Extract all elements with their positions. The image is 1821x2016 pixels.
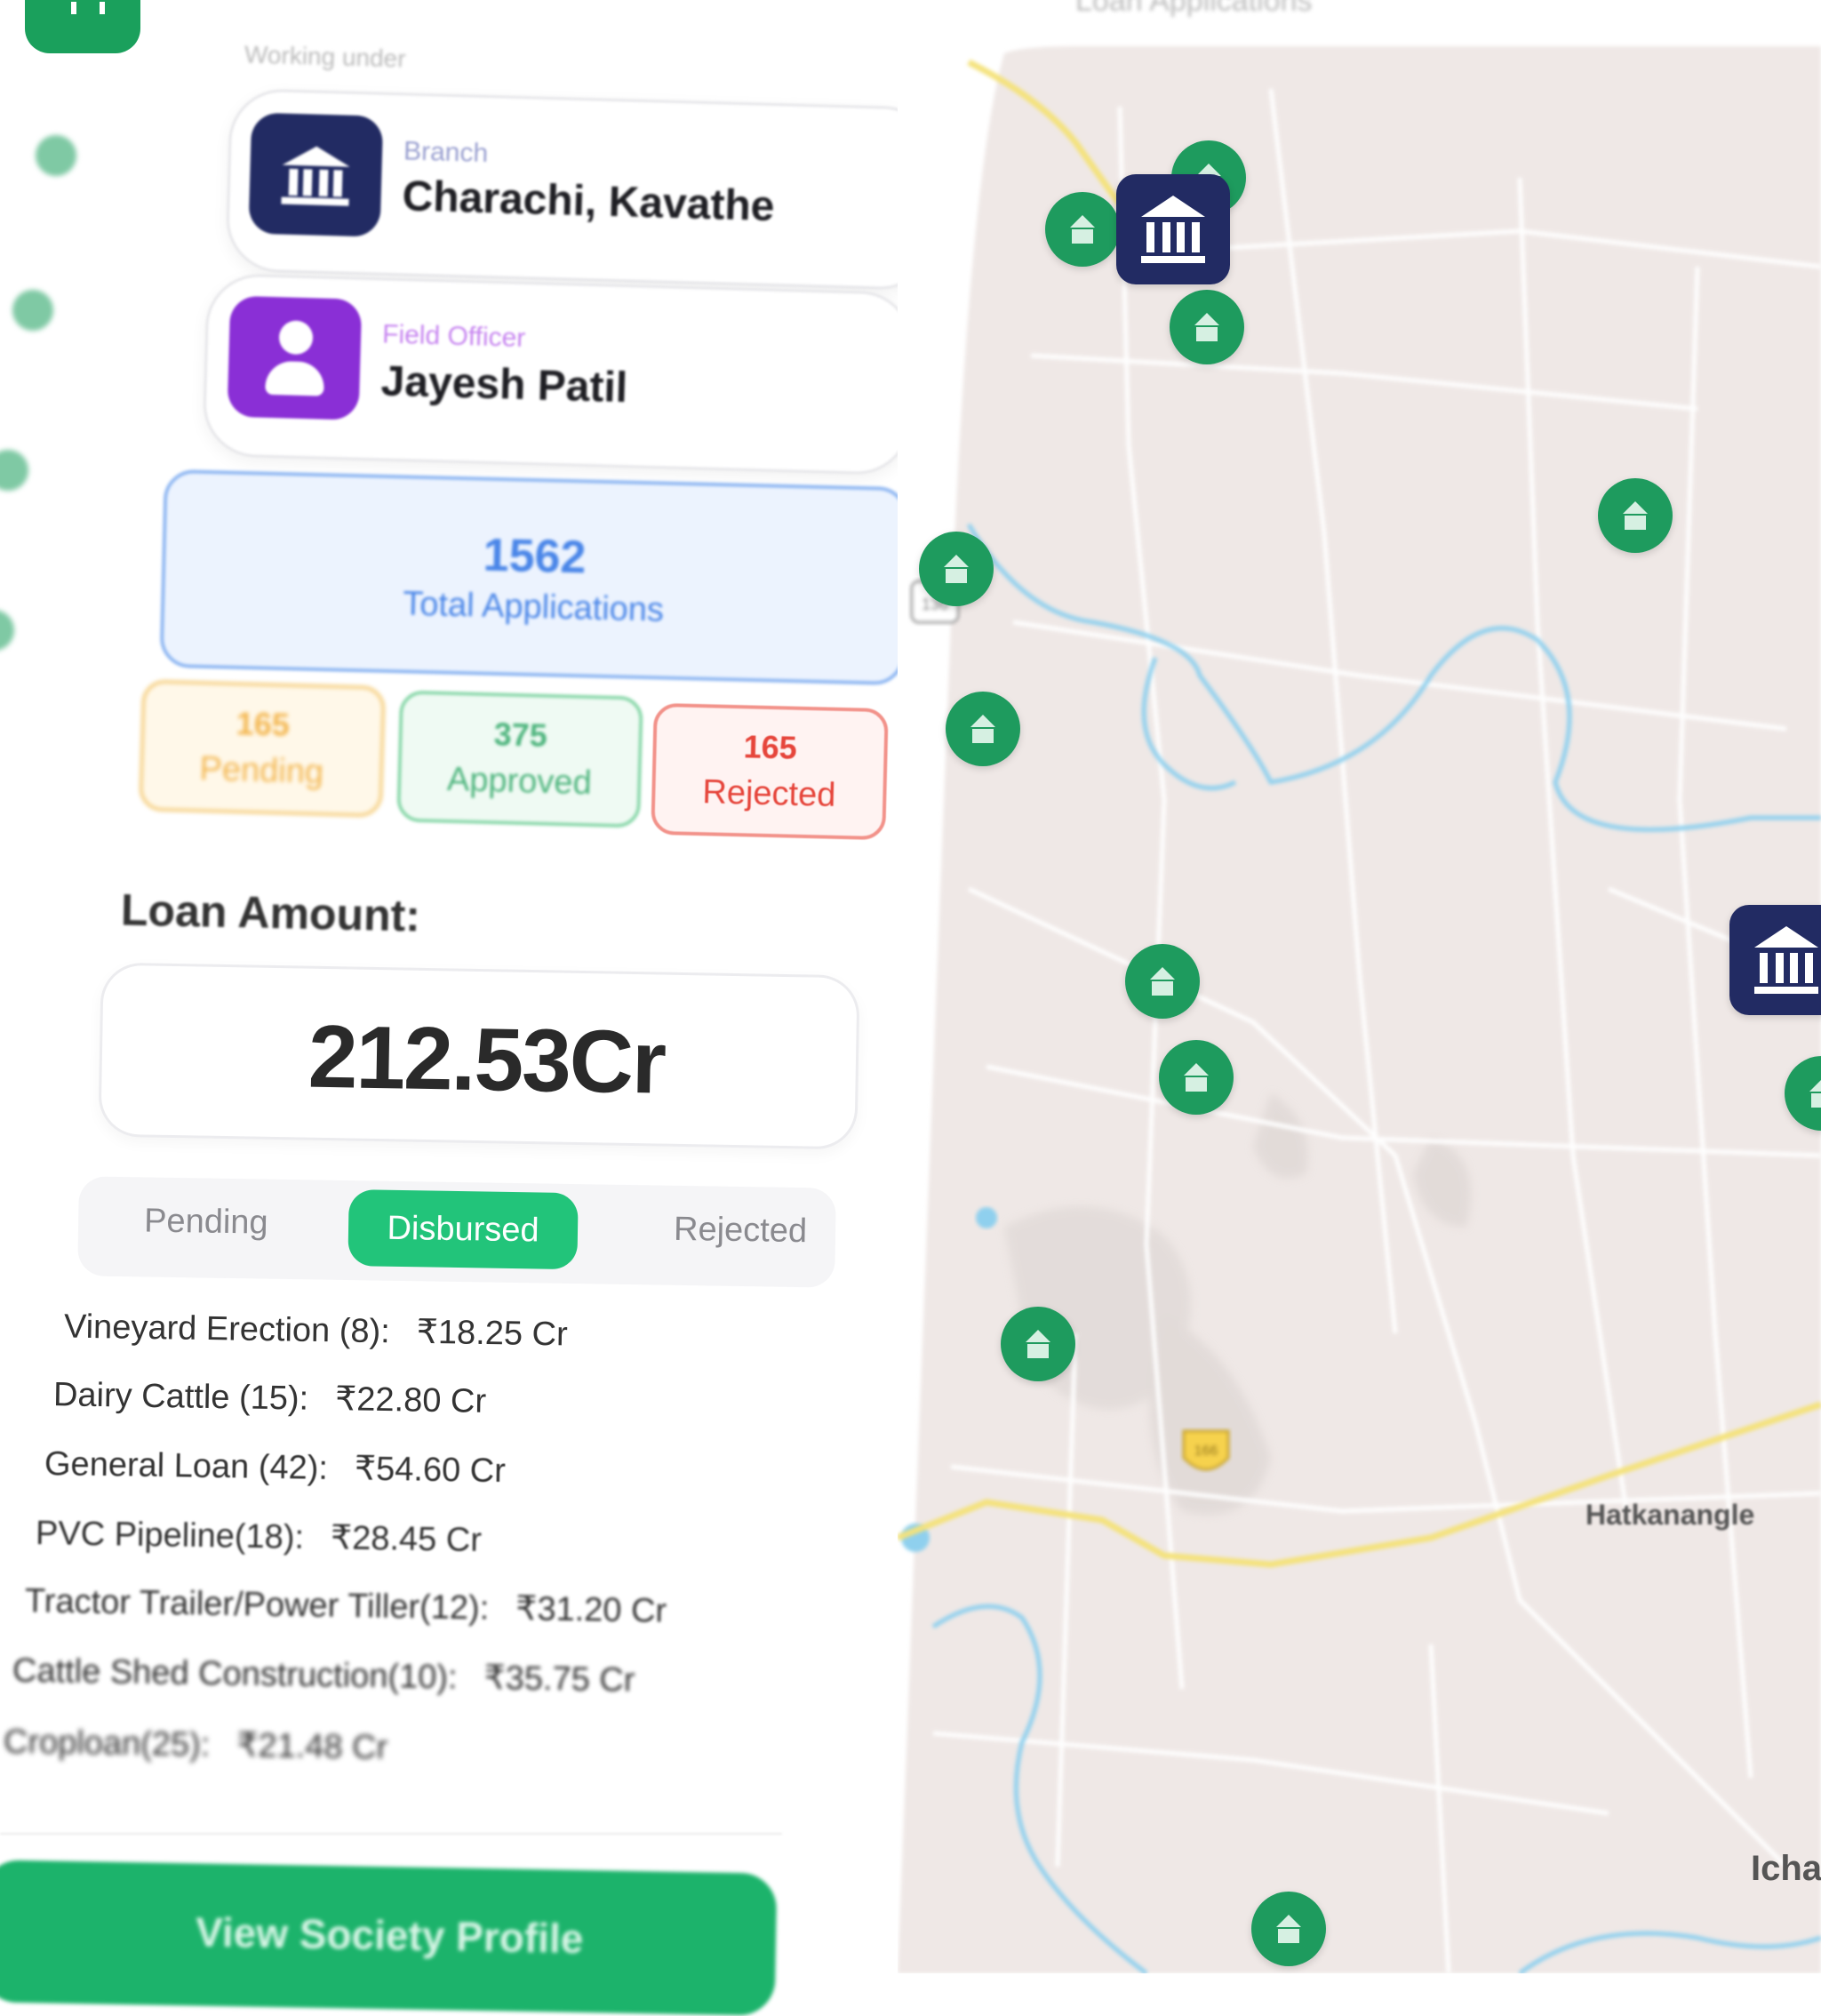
society-pin-icon [946,692,1020,766]
loan-type-label: Dairy Cattle (15): [52,1376,309,1418]
approved-stat-card[interactable]: 375 Approved [396,690,643,828]
society-pin-icon [1125,944,1200,1019]
pending-count: 165 [236,705,291,743]
tab-disbursed[interactable]: Disbursed [347,1189,579,1270]
svg-text:166: 166 [1194,1444,1218,1459]
map-land [898,46,1821,1973]
loan-type-amount: ₹54.60 Cr [354,1450,507,1491]
working-under-label: Working under [244,40,406,73]
loan-type-label: PVC Pipeline(18): [35,1515,305,1556]
officer-name: Jayesh Patil [379,357,628,412]
list-item: Croploan(25): ₹21.48 Cr [4,1722,388,1768]
pending-stat-card[interactable]: 165 Pending [138,679,387,818]
officer-label: Field Officer [381,319,526,353]
loan-type-amount: ₹35.75 Cr [483,1659,635,1700]
nav-icon-4[interactable] [0,610,14,651]
view-society-profile-button[interactable]: View Society Profile [0,1860,778,2016]
list-item: Vineyard Erection (8): ₹18.25 Cr [64,1307,568,1355]
loan-amount-title: Loan Amount: [120,884,421,941]
divider [0,1833,782,1835]
map-panel: Loan Applications 136 166 Hatkanangle Ic… [898,0,1821,1973]
branch-label: Branch [403,136,489,169]
list-item: Dairy Cattle (15): ₹22.80 Cr [53,1374,487,1421]
loan-amount-value: 212.53Cr [307,1006,666,1113]
approved-label: Approved [446,760,593,803]
loan-type-label: Vineyard Erection (8): [63,1308,391,1351]
society-pin-icon [1251,1892,1326,1966]
rejected-count: 165 [743,728,798,766]
loan-type-amount: ₹22.80 Cr [334,1380,487,1420]
bank-pin-icon [1729,905,1821,1015]
nav-icon-3[interactable] [0,450,28,491]
loan-type-label: Cattle Shed Construction(10): [12,1652,458,1697]
field-officer-card[interactable]: Field Officer Jayesh Patil [202,272,914,476]
map[interactable]: 136 166 [898,0,1821,1973]
loan-type-label: Tractor Trailer/Power Tiller(12): [24,1582,490,1628]
status-tabs: Pending Disbursed Rejected [77,1176,836,1288]
approved-count: 375 [493,716,548,754]
cta-label: View Society Profile [195,1908,584,1963]
loan-amount-box: 212.53Cr [98,962,860,1150]
society-pin-icon [1159,1040,1234,1115]
society-pin-icon [1001,1307,1075,1381]
branch-name: Charachi, Kavathe [401,172,776,231]
person-icon [227,295,363,420]
loan-type-amount: ₹28.45 Cr [330,1519,483,1559]
pending-label: Pending [199,750,324,791]
loan-type-amount: ₹31.20 Cr [515,1590,667,1630]
society-pin-icon [1598,478,1673,553]
nav-icon-1[interactable] [36,135,76,176]
tab-rejected[interactable]: Rejected [674,1211,808,1251]
place-label-hatkanangle: Hatkanangle [1585,1499,1755,1531]
logo-icon[interactable] [25,0,140,53]
nav-icon-2[interactable] [12,290,53,331]
bank-icon [248,112,384,237]
society-pin-icon [919,532,994,606]
list-item: PVC Pipeline(18): ₹28.45 Cr [36,1513,483,1560]
list-item: General Loan (42): ₹54.60 Cr [44,1444,507,1491]
loan-type-label: General Loan (42): [44,1444,329,1487]
total-applications-card[interactable]: 1562 Total Applications [159,468,909,686]
rejected-label: Rejected [701,773,836,814]
loan-type-amount: ₹18.25 Cr [416,1313,569,1354]
branch-card[interactable]: Branch Charachi, Kavathe [225,87,938,292]
society-pin-icon [1045,192,1120,267]
society-pin-icon [1170,290,1244,364]
loan-type-amount: ₹21.48 Cr [236,1726,388,1767]
lake [976,1207,997,1228]
loan-type-label: Croploan(25): [3,1723,211,1764]
rejected-stat-card[interactable]: 165 Rejected [651,702,889,841]
road-badge-166: 166 [1182,1429,1230,1471]
place-label-ichal: Ichal [1751,1849,1821,1888]
tab-pending[interactable]: Pending [144,1202,268,1242]
bank-pin-icon [1116,174,1230,284]
